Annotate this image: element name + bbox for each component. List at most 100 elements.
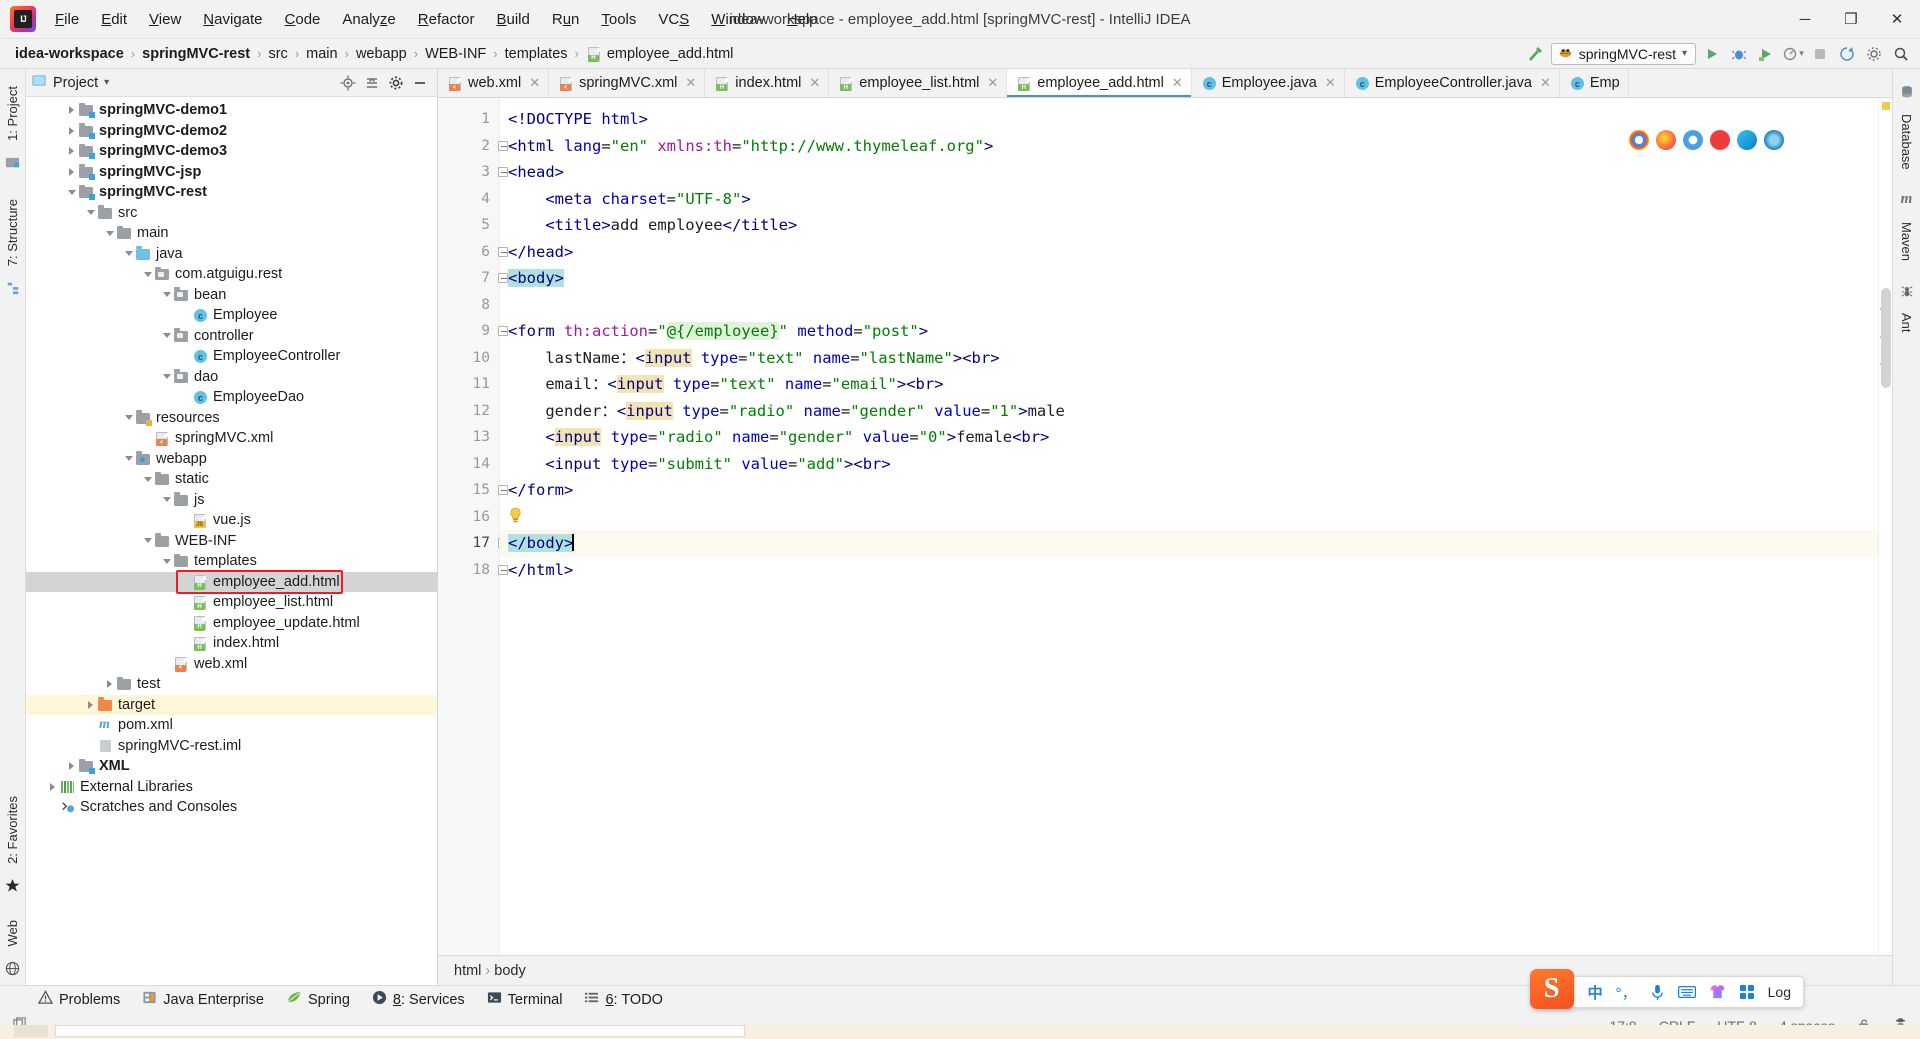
chevron-down-icon[interactable] — [160, 493, 173, 506]
ime-log-label[interactable]: Log — [1768, 984, 1791, 1000]
code-line[interactable]: <form th:action="@{/employee}" method="p… — [508, 318, 1878, 345]
code-line[interactable]: <title>add employee</title> — [508, 212, 1878, 239]
chevron-right-icon[interactable] — [84, 698, 97, 711]
code-line[interactable]: email：<input type="text" name="email"><b… — [508, 371, 1878, 398]
editor-breadcrumb-html[interactable]: html — [454, 963, 481, 979]
breadcrumb-file[interactable]: H employee_add.html — [581, 45, 739, 63]
tree-node-resources[interactable]: resources — [26, 408, 437, 429]
close-tab-icon[interactable]: ✕ — [529, 75, 540, 91]
code-line[interactable]: <html lang="en" xmlns:th="http://www.thy… — [508, 133, 1878, 160]
close-tab-icon[interactable]: ✕ — [1172, 75, 1183, 91]
chevron-down-icon[interactable] — [160, 329, 173, 342]
ime-punctuation-toggle[interactable]: °， — [1616, 982, 1637, 1003]
chevron-down-icon[interactable] — [122, 411, 135, 424]
editor-tab-employee-java[interactable]: c Employee.java ✕ — [1191, 69, 1345, 97]
collapse-all-icon[interactable] — [361, 72, 383, 94]
code-editor[interactable]: 1 2 3 4 5 6 7 8 9 10 11 12 13 14 15 16 17 18 <!DOCTYPE ht… — [438, 98, 1892, 955]
tool-window-button-6-todo[interactable]: 6: TODO — [584, 990, 663, 1009]
maximize-button[interactable]: ❐ — [1828, 0, 1874, 39]
code-line[interactable]: lastName：<input type="text" name="lastNa… — [508, 345, 1878, 372]
close-button[interactable]: ✕ — [1874, 0, 1920, 39]
chevron-right-icon[interactable] — [65, 104, 78, 117]
tree-node-employeedao[interactable]: c EmployeeDao — [26, 387, 437, 408]
taskbar-window[interactable] — [55, 1025, 745, 1037]
intention-bulb-icon[interactable] — [508, 506, 524, 524]
close-tab-icon[interactable]: ✕ — [1325, 75, 1336, 91]
breadcrumb-item-2[interactable]: src — [263, 45, 292, 63]
tree-node-controller[interactable]: controller — [26, 326, 437, 347]
code-line[interactable] — [508, 292, 1878, 319]
menu-tools[interactable]: Tools — [590, 7, 647, 32]
chevron-down-icon[interactable] — [103, 227, 116, 240]
editor-scrollbar-thumb[interactable] — [1881, 288, 1891, 388]
editor-tab-springmvc-xml[interactable]: < springMVC.xml ✕ — [549, 69, 706, 97]
breadcrumb-item-4[interactable]: webapp — [351, 45, 412, 63]
sogou-ime-toolbar[interactable]: S 中 °， Log — [1529, 969, 1804, 1009]
run-with-coverage-icon[interactable] — [1755, 43, 1777, 65]
close-tab-icon[interactable]: ✕ — [809, 75, 820, 91]
chevron-right-icon[interactable] — [65, 145, 78, 158]
hide-panel-icon[interactable] — [409, 72, 431, 94]
minimize-button[interactable]: ─ — [1782, 0, 1828, 39]
code-line[interactable]: <!DOCTYPE html> — [508, 106, 1878, 133]
tree-node-js[interactable]: js — [26, 490, 437, 511]
stop-icon[interactable] — [1809, 43, 1831, 65]
chevron-down-icon[interactable] — [141, 268, 154, 281]
tree-node-springmvc-demo2[interactable]: springMVC-demo2 — [26, 121, 437, 142]
editor-tab-index-html[interactable]: Hindex.html ✕ — [705, 69, 830, 97]
code-line[interactable]: <input type="submit" value="add"><br> — [508, 451, 1878, 478]
code-line[interactable]: </head> — [508, 239, 1878, 266]
tree-node-springmvc-rest[interactable]: springMVC-rest — [26, 182, 437, 203]
project-panel-title[interactable]: Project ▾ — [32, 73, 109, 92]
code-line[interactable]: <meta charset="UTF-8"> — [508, 186, 1878, 213]
tree-node-springmvc-demo1[interactable]: springMVC-demo1 — [26, 100, 437, 121]
update-project-icon[interactable] — [1836, 43, 1858, 65]
profile-icon[interactable]: ▾ — [1782, 43, 1804, 65]
tree-node-springmvc-rest-iml[interactable]: springMVC-rest.iml — [26, 736, 437, 757]
tree-node-external-libraries[interactable]: External Libraries — [26, 777, 437, 798]
apps-icon[interactable] — [1739, 984, 1755, 1000]
close-tab-icon[interactable]: ✕ — [1540, 75, 1551, 91]
tree-node-employee-update-html[interactable]: Hemployee_update.html — [26, 613, 437, 634]
tree-node-employeecontroller[interactable]: c EmployeeController — [26, 346, 437, 367]
editor-breadcrumb-body[interactable]: body — [494, 963, 525, 979]
tool-button-favorites[interactable]: 2: Favorites — [5, 789, 20, 871]
search-icon[interactable] — [1890, 43, 1912, 65]
tool-button-ant[interactable]: Ant — [1899, 306, 1914, 340]
chevron-right-icon[interactable] — [103, 678, 116, 691]
tree-node-xml[interactable]: XML — [26, 756, 437, 777]
editor-tab-web-xml[interactable]: < web.xml ✕ — [438, 69, 550, 97]
menu-file[interactable]: File — [44, 7, 90, 32]
tool-window-button-problems[interactable]: Problems — [37, 990, 120, 1009]
menu-navigate[interactable]: Navigate — [192, 7, 273, 32]
editor-tab-emp[interactable]: c Emp — [1559, 69, 1629, 97]
settings-gear-icon[interactable] — [1863, 43, 1885, 65]
chevron-down-icon[interactable] — [160, 555, 173, 568]
tool-button-project[interactable]: 1: Project — [5, 79, 20, 148]
editor-tab-employee-add-html[interactable]: Hemployee_add.html ✕ — [1007, 69, 1192, 97]
breadcrumb-item-0[interactable]: idea-workspace — [10, 45, 129, 63]
tree-node-src[interactable]: src — [26, 203, 437, 224]
tree-node-web-xml[interactable]: < web.xml — [26, 654, 437, 675]
chevron-right-icon[interactable] — [65, 124, 78, 137]
breadcrumb-item-3[interactable]: main — [301, 45, 342, 63]
tree-node-com-atguigu-rest[interactable]: com.atguigu.rest — [26, 264, 437, 285]
code-line[interactable]: gender：<input type="radio" name="gender"… — [508, 398, 1878, 425]
tree-node-springmvc-demo3[interactable]: springMVC-demo3 — [26, 141, 437, 162]
sogou-logo-icon[interactable]: S — [1529, 969, 1574, 1009]
breadcrumb-item-1[interactable]: springMVC-rest — [137, 45, 255, 63]
breadcrumb-item-5[interactable]: WEB-INF — [420, 45, 491, 63]
tree-node-static[interactable]: static — [26, 469, 437, 490]
tree-node-web-inf[interactable]: WEB-INF — [26, 531, 437, 552]
debug-icon[interactable] — [1728, 43, 1750, 65]
tree-node-vue-js[interactable]: JS vue.js — [26, 510, 437, 531]
tool-button-structure[interactable]: 7: Structure — [5, 192, 20, 273]
menu-view[interactable]: View — [138, 7, 192, 32]
tool-window-button-spring[interactable]: Spring — [286, 990, 350, 1009]
tool-button-database[interactable]: Database — [1899, 107, 1914, 177]
chevron-down-icon[interactable] — [84, 206, 97, 219]
tree-node-scratches-and-consoles[interactable]: Scratches and Consoles — [26, 797, 437, 818]
chevron-down-icon[interactable] — [141, 473, 154, 486]
tree-node-java[interactable]: java — [26, 244, 437, 265]
code-line[interactable]: <head> — [508, 159, 1878, 186]
